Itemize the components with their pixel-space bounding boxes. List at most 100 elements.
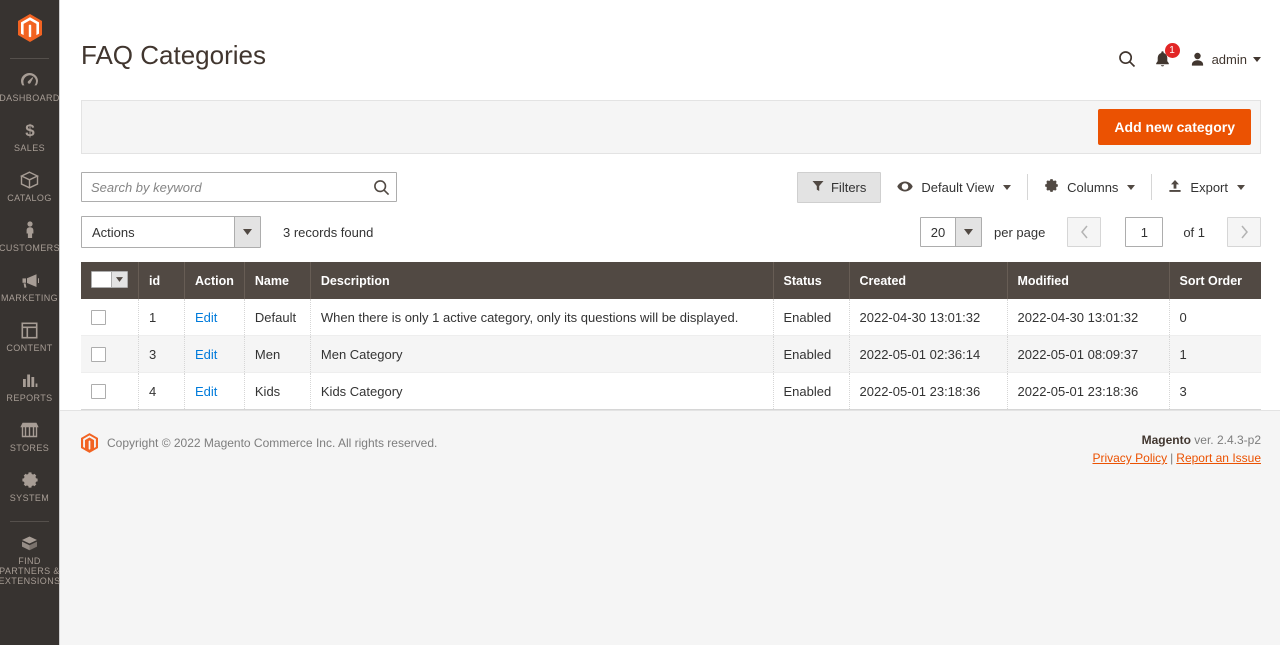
column-header-action[interactable]: Action [184, 262, 245, 299]
sidebar-item-label: Stores [9, 443, 50, 453]
privacy-policy-link[interactable]: Privacy Policy [1092, 451, 1167, 465]
magento-logo-icon [17, 14, 42, 42]
page-number-input[interactable] [1125, 217, 1164, 247]
page-title: FAQ Categories [81, 40, 266, 70]
cell-status: Enabled [773, 335, 850, 374]
cell-created: 2022-04-30 13:01:32 [849, 299, 1008, 337]
edit-link[interactable]: Edit [195, 347, 217, 362]
column-header-created[interactable]: Created [849, 262, 1008, 299]
table-row[interactable]: 1 Edit Default When there is only 1 acti… [81, 299, 1261, 337]
sidebar-item-system[interactable]: System [0, 461, 59, 511]
table-row[interactable]: 3 Edit Men Men Category Enabled 2022-05-… [81, 335, 1261, 374]
page-footer: Copyright © 2022 Magento Commerce Inc. A… [60, 410, 1280, 645]
cell-id: 4 [138, 372, 185, 411]
chevron-down-icon [1127, 184, 1136, 190]
search-submit-icon[interactable] [366, 173, 396, 201]
previous-page-button[interactable] [1067, 217, 1102, 247]
filters-label: Filters [830, 179, 867, 195]
toolbar-right: Filters Default View Columns Export [796, 171, 1261, 203]
records-found-text: 3 records found [283, 224, 374, 240]
select-all-control[interactable] [91, 271, 128, 288]
megaphone-icon [19, 270, 41, 290]
cell-id: 1 [138, 299, 185, 337]
export-label: Export [1190, 179, 1228, 195]
notifications-button[interactable]: 1 [1154, 43, 1180, 68]
mass-actions-label: Actions [92, 224, 135, 240]
column-header-name[interactable]: Name [244, 262, 311, 299]
column-header-modified[interactable]: Modified [1007, 262, 1170, 299]
row-checkbox-cell[interactable] [81, 299, 139, 337]
edit-link[interactable]: Edit [195, 310, 217, 325]
column-header-description[interactable]: Description [310, 262, 774, 299]
table-row[interactable]: 4 Edit Kids Kids Category Enabled 2022-0… [81, 372, 1261, 411]
cell-status: Enabled [773, 299, 850, 337]
cell-name: Men [244, 335, 311, 374]
sidebar-item-label: System [9, 493, 50, 503]
cell-description: Kids Category [310, 372, 774, 411]
chevron-down-icon [1237, 184, 1245, 190]
version-text: ver. 2.4.3-p2 [1190, 433, 1261, 447]
table-header: id Action Name Description Status Create… [81, 262, 1261, 299]
chevron-down-icon [1253, 56, 1261, 62]
table-body: 1 Edit Default When there is only 1 acti… [81, 299, 1261, 411]
sidebar-item-content[interactable]: Content [0, 311, 59, 361]
chevron-down-icon[interactable] [954, 218, 981, 246]
columns-selector[interactable]: Columns [1028, 174, 1151, 200]
column-header-status[interactable]: Status [773, 262, 850, 299]
sidebar-item-sales[interactable]: $ Sales [0, 111, 59, 161]
header-tools: 1 admin [1118, 40, 1261, 68]
row-checkbox-cell[interactable] [81, 372, 139, 411]
mass-actions-select[interactable]: Actions [81, 216, 261, 248]
sidebar-item-catalog[interactable]: Catalog [0, 161, 59, 211]
sidebar-item-label: Content [6, 343, 53, 353]
row-checkbox-cell[interactable] [81, 335, 139, 374]
footer-links: Privacy Policy | Report an Issue [1092, 451, 1261, 465]
cell-modified: 2022-05-01 08:09:37 [1007, 335, 1170, 374]
sidebar-item-label: Catalog [7, 193, 52, 203]
actions-left: Actions 3 records found [81, 216, 373, 248]
per-page-select[interactable]: 20 [919, 217, 982, 247]
admin-user-menu[interactable]: admin [1189, 51, 1261, 68]
upload-icon [1168, 179, 1182, 196]
box-icon [19, 170, 41, 190]
columns-label: Columns [1067, 179, 1119, 195]
column-header-sort-order[interactable]: Sort Order [1169, 262, 1261, 299]
sidebar-item-stores[interactable]: Stores [0, 411, 59, 461]
search-icon[interactable] [1118, 50, 1136, 68]
next-page-button[interactable] [1227, 217, 1261, 247]
add-new-category-button[interactable]: Add new category [1098, 109, 1251, 145]
actions-row: Actions 3 records found 20 per page 1 of… [81, 216, 1261, 248]
filters-button[interactable]: Filters [796, 171, 882, 203]
sidebar-item-label: Customers [0, 243, 60, 253]
sidebar-item-marketing[interactable]: Marketing [0, 261, 59, 311]
sidebar-item-reports[interactable]: Reports [0, 361, 59, 411]
keyword-search [81, 172, 397, 202]
search-input[interactable] [81, 172, 397, 202]
chevron-down-icon [1003, 184, 1012, 190]
select-all-checkbox[interactable] [92, 272, 111, 287]
pagination: 20 per page of 1 [919, 217, 1261, 247]
sidebar-item-customers[interactable]: Customers [0, 211, 60, 261]
row-checkbox[interactable] [91, 310, 106, 326]
cell-created: 2022-05-01 02:36:14 [849, 335, 1008, 374]
export-selector[interactable]: Export [1152, 174, 1261, 200]
sidebar-item-dashboard[interactable]: Dashboard [0, 61, 59, 111]
sidebar-item-find-partners[interactable]: Find Partners & Extensions [0, 524, 60, 594]
cell-action: Edit [184, 299, 245, 337]
storefront-icon [19, 420, 41, 440]
select-all-header[interactable] [81, 262, 139, 299]
default-view-selector[interactable]: Default View [881, 174, 1027, 200]
edit-link[interactable]: Edit [195, 384, 217, 399]
chevron-down-icon[interactable] [111, 272, 127, 287]
page-total-label: of 1 [1183, 224, 1205, 240]
chevron-down-icon[interactable] [234, 217, 260, 247]
table-header-row: id Action Name Description Status Create… [81, 262, 1261, 299]
report-issue-link[interactable]: Report an Issue [1176, 451, 1261, 465]
magento-logo[interactable] [0, 0, 59, 48]
row-checkbox[interactable] [91, 347, 106, 363]
per-page-value: 20 [930, 224, 946, 240]
cell-sort-order: 0 [1169, 299, 1261, 337]
page-header: FAQ Categories 1 admin [60, 0, 1280, 92]
row-checkbox[interactable] [91, 384, 106, 400]
column-header-id[interactable]: id [138, 262, 185, 299]
